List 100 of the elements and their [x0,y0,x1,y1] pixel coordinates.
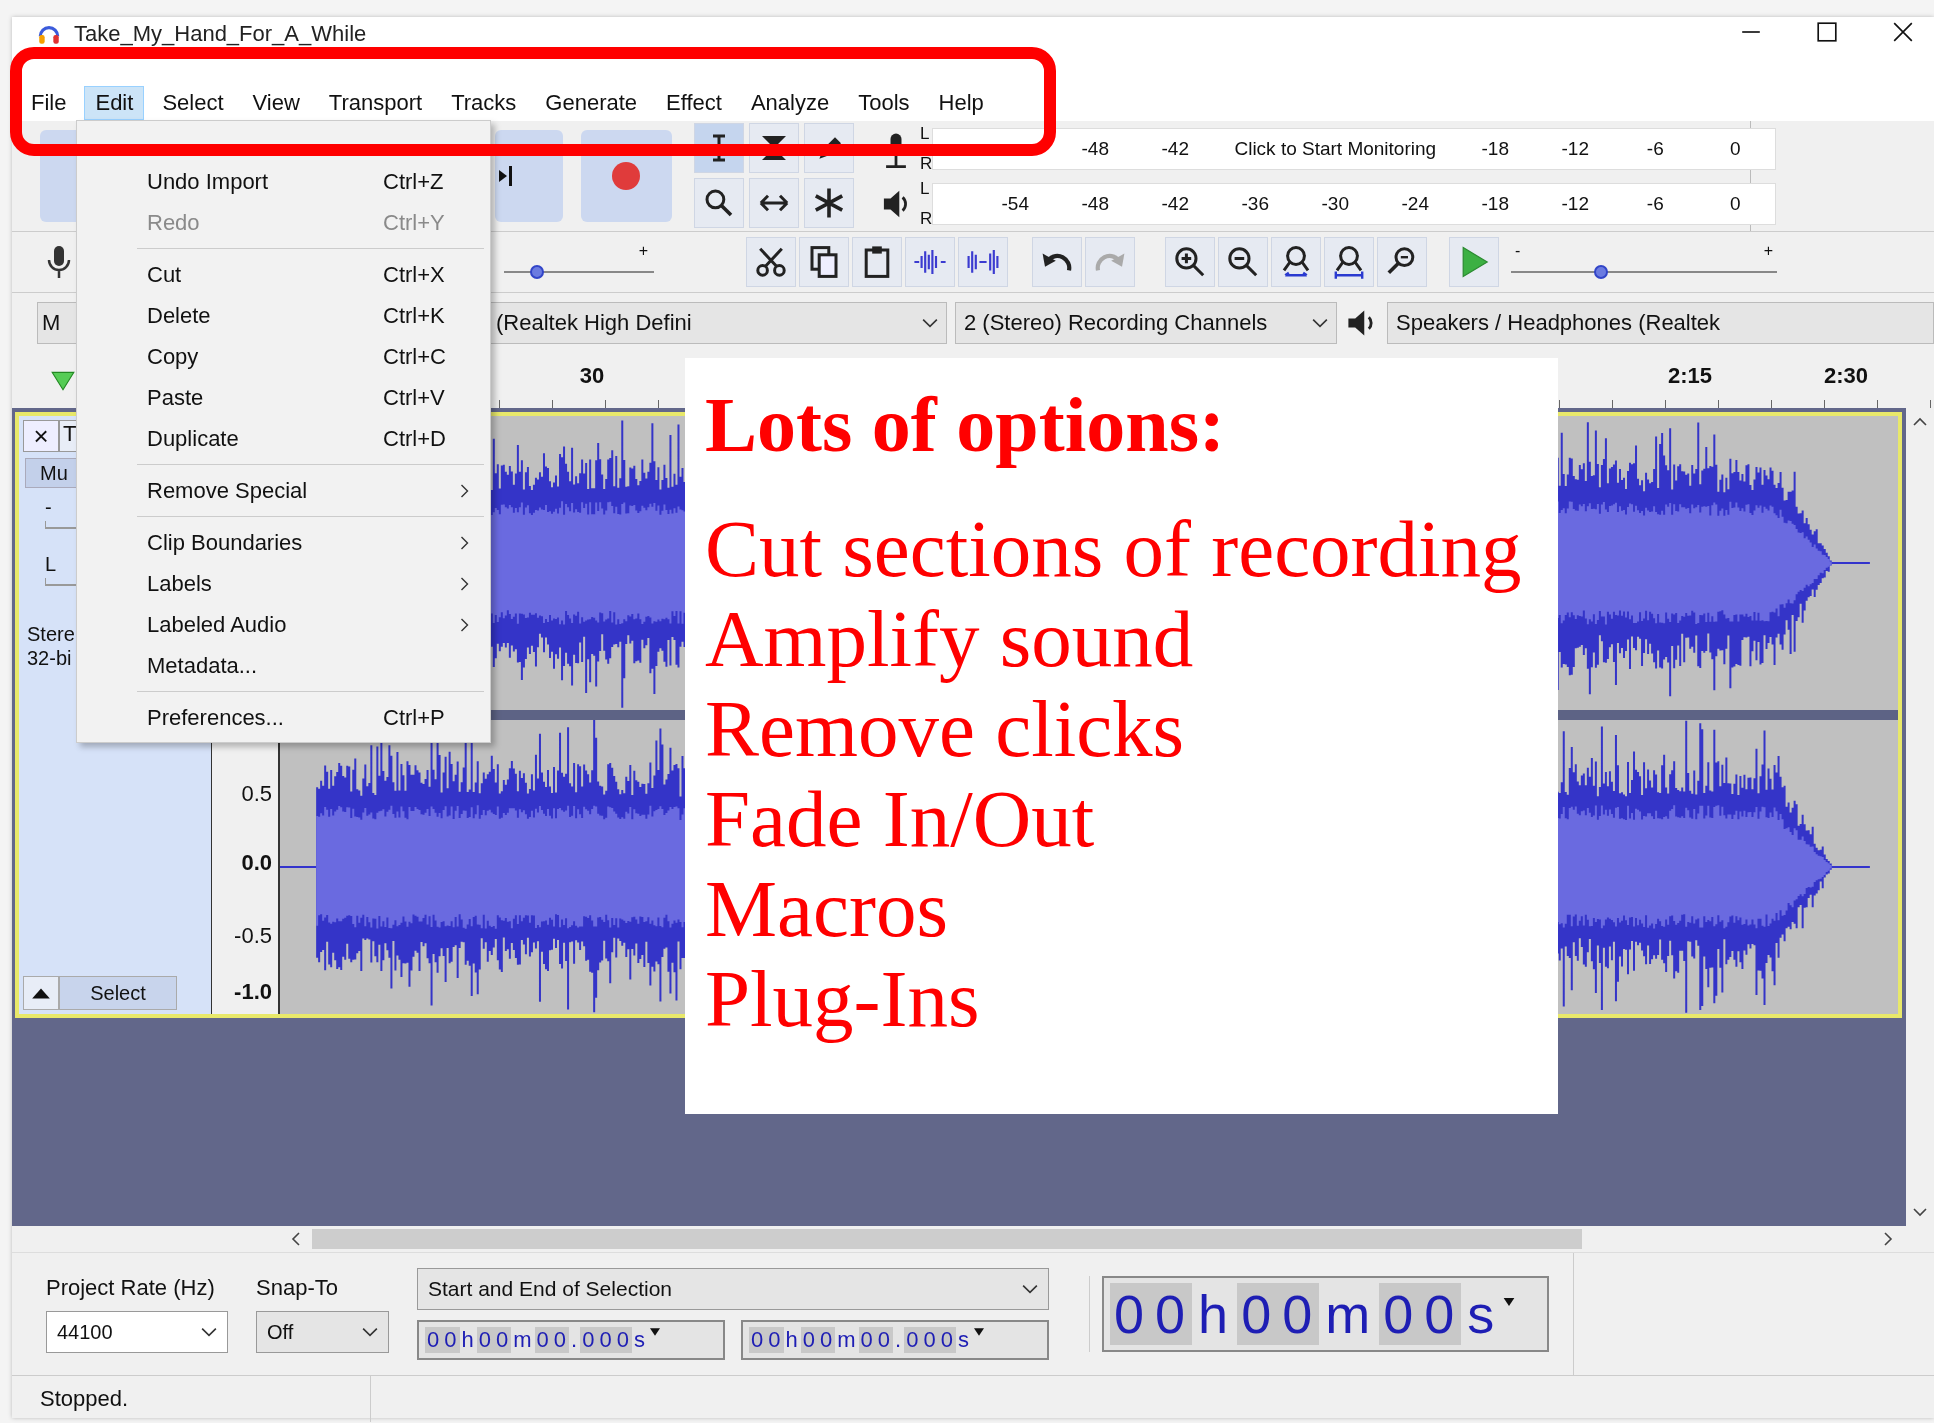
dropdown-arrow-icon[interactable] [973,1328,984,1336]
channel-label: R [920,207,933,230]
annotation-line: Remove clicks [705,684,1186,774]
trim-audio-icon[interactable] [905,237,955,287]
meter-tick-label: -42 [1160,192,1190,215]
slider-plus-label: + [638,242,648,260]
menu-item[interactable]: Undo Import Ctrl+Z [77,161,490,202]
skip-to-end-icon [499,166,513,186]
select-button[interactable]: Select [59,976,177,1010]
meter-tick-label: -18 [1480,192,1510,215]
slider-thumb[interactable] [1594,265,1609,279]
meter-scale[interactable]: -54 -48 -42 -36 -30 -24 -18 -12 -6 0 [932,182,1777,225]
menu-item[interactable]: Transport [317,86,434,120]
fit-selection-icon[interactable] [1271,237,1321,287]
track-info: Stere [27,622,75,646]
menu-item[interactable]: Help [927,86,995,120]
menu-item[interactable]: File [20,86,78,120]
meter-tick-label: -54 [1000,192,1030,215]
scrollbar-thumb[interactable] [312,1229,1582,1249]
meter-tick-label: -6 [1645,192,1665,215]
maximize-icon[interactable] [1816,21,1838,43]
snap-to-label: Snap-To [256,1275,339,1301]
meter-tick-label: -18 [1480,137,1510,160]
annotation-line: Macros [705,864,949,954]
meter-tick-label: 0 [1729,137,1742,160]
meter-tick-label: 0 [1729,192,1742,215]
time-shift-icon[interactable] [749,177,799,228]
menu-item[interactable]: Labeled Audio [77,604,490,645]
meter-tick-label: -42 [1160,137,1190,160]
slider-minus-label: - [1515,242,1521,260]
scroll-up-icon[interactable] [1912,416,1928,428]
menu-item[interactable]: Paste Ctrl+V [77,377,490,418]
copy-icon[interactable] [799,237,849,287]
clipboard-icon[interactable] [852,237,902,287]
menu-item[interactable]: Tracks [440,86,528,120]
slider-plus-label: + [1763,242,1773,260]
menu-item[interactable]: Effect [655,86,733,120]
zoom-toggle-icon[interactable] [1377,237,1427,287]
asterisk-icon[interactable] [804,177,854,228]
dropdown-arrow-icon[interactable] [1503,1298,1516,1306]
triangle-up-icon [30,986,52,1000]
meter-scale[interactable]: -48 -42 Click to Start Monitoring -18 -12 -6 0 [932,127,1777,170]
chevron-down-icon [922,318,938,328]
menu-item[interactable]: Generate [534,86,649,120]
play-head-icon[interactable] [50,369,76,392]
dropdown-arrow-icon[interactable] [649,1328,660,1336]
gain-label: - [45,496,52,519]
close-icon[interactable] [1892,21,1914,43]
menu-item[interactable]: Cut Ctrl+X [77,254,490,295]
timeline-label: 2:15 [1668,363,1712,389]
playback-device-dropdown[interactable]: Speakers / Headphones (Realtek [1387,302,1934,344]
close-track-button[interactable]: × [23,420,59,452]
undo-icon[interactable] [1032,237,1082,287]
meter-tick-label: -30 [1320,192,1350,215]
amplitude-label: -1.0 [234,979,272,1005]
menu-item[interactable]: Analyze [739,86,841,120]
annotation-line: Amplify sound [705,594,1195,684]
menu-item[interactable]: Tools [847,86,921,120]
menu-item[interactable]: Copy Ctrl+C [77,336,490,377]
menu-item[interactable]: Duplicate Ctrl+D [77,418,490,459]
menu-item[interactable]: Preferences... Ctrl+P [77,697,490,738]
fit-project-icon[interactable] [1324,237,1374,287]
chevron-down-icon [1312,318,1328,328]
annotation-line: Fade In/Out [705,774,1096,864]
track-info: 32-bi [27,646,72,670]
scroll-right-icon[interactable] [1882,1231,1894,1247]
amplitude-label: 0.0 [241,850,272,876]
timeline-label: 2:30 [1824,363,1868,389]
menu-item[interactable]: Select [151,86,235,120]
meter-tick-label: -24 [1400,192,1430,215]
zoom-in-icon[interactable] [1165,237,1215,287]
scissors-icon[interactable] [746,237,796,287]
meter-tick-label: -12 [1560,192,1590,215]
menu-item[interactable]: Edit [84,86,145,120]
menu-item[interactable]: Metadata... [77,645,490,686]
audio-host-dropdown[interactable]: M [37,302,77,344]
menu-item[interactable]: Labels [77,563,490,604]
annotation-line: Plug-Ins [705,954,981,1044]
channel-label: R [920,152,933,175]
collapse-button[interactable] [23,976,59,1010]
slider-thumb[interactable] [530,265,544,279]
recording-channels-dropdown[interactable]: 2 (Stereo) Recording Channels [955,302,1337,344]
amplitude-label: 0.5 [241,781,272,807]
zoom-icon[interactable] [694,177,744,228]
menu-item[interactable]: Remove Special [77,470,490,511]
chevron-down-icon [1022,1284,1038,1294]
meter-tick-label: -12 [1560,137,1590,160]
snap-to-dropdown[interactable]: Off [256,1311,389,1353]
zoom-out-icon[interactable] [1218,237,1268,287]
silence-audio-icon[interactable] [958,237,1008,287]
meter-tick-label: -36 [1240,192,1270,215]
menu-item[interactable]: Clip Boundaries [77,522,490,563]
scroll-down-icon[interactable] [1912,1206,1928,1218]
monitoring-prompt[interactable]: Click to Start Monitoring [1215,137,1456,160]
project-rate-dropdown[interactable]: 44100 [46,1311,228,1353]
play-icon[interactable] [1449,237,1499,287]
menu-item[interactable]: Delete Ctrl+K [77,295,490,336]
scroll-left-icon[interactable] [290,1231,302,1247]
selection-mode-dropdown[interactable]: Start and End of Selection [417,1268,1049,1310]
menu-item[interactable]: View [241,86,311,120]
